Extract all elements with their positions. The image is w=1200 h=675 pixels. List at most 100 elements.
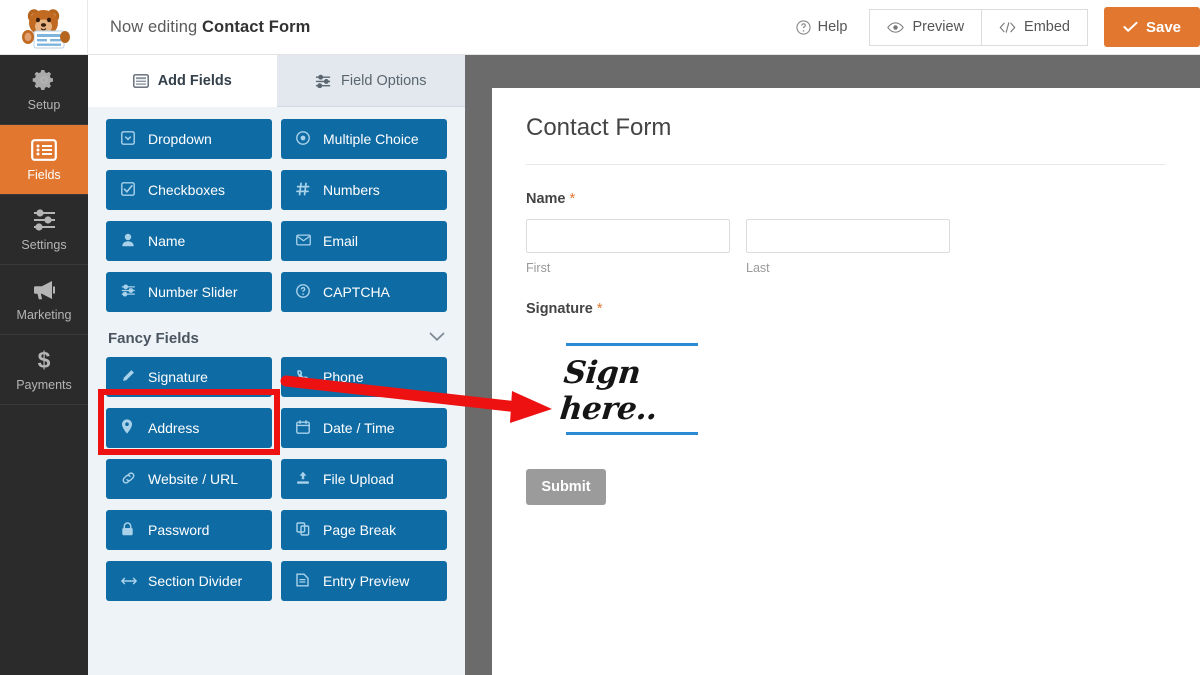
dollar-icon: $ — [35, 347, 53, 373]
embed-button[interactable]: Embed — [982, 8, 1088, 46]
sidebar-item-label: Marketing — [16, 308, 72, 322]
checkbox-icon — [121, 181, 137, 199]
page-title: Now editing Contact Form — [110, 18, 310, 37]
sidebar-item-setup[interactable]: Setup — [0, 55, 88, 125]
fancy-fields-grid: Signature Phone Address Date / Time Webs — [106, 357, 447, 601]
name-field-label: Name * — [526, 191, 1166, 207]
envelope-icon — [296, 233, 312, 249]
field-button-file-upload[interactable]: File Upload — [281, 459, 447, 499]
field-button-section-divider[interactable]: Section Divider — [106, 561, 272, 601]
preview-button[interactable]: Preview — [869, 8, 983, 46]
sidebar-item-label: Settings — [21, 238, 67, 252]
question-circle-icon — [796, 19, 811, 35]
signature-canvas[interactable]: Sign here.. — [526, 343, 726, 435]
pages-icon — [296, 521, 312, 539]
field-label: Numbers — [323, 182, 380, 198]
field-button-multiple-choice[interactable]: Multiple Choice — [281, 119, 447, 159]
field-label: Date / Time — [323, 420, 395, 436]
pencil-icon — [121, 369, 137, 386]
tab-label: Add Fields — [157, 72, 232, 89]
field-button-numbers[interactable]: Numbers — [281, 170, 447, 210]
fields-icon — [132, 73, 149, 88]
field-label: Number Slider — [148, 284, 238, 300]
name-field-row: First Last — [526, 219, 1166, 275]
field-button-dropdown[interactable]: Dropdown — [106, 119, 272, 159]
link-icon — [121, 471, 137, 488]
field-button-date-time[interactable]: Date / Time — [281, 408, 447, 448]
section-title: Fancy Fields — [108, 329, 199, 347]
field-button-name[interactable]: Name — [106, 221, 272, 261]
field-button-captcha[interactable]: CAPTCHA — [281, 272, 447, 312]
fancy-fields-section-header[interactable]: Fancy Fields — [108, 329, 445, 347]
fields-scroll-area: Dropdown Multiple Choice Checkboxes Numb… — [88, 107, 465, 675]
preview-embed-group: Preview Embed — [869, 8, 1088, 46]
field-button-entry-preview[interactable]: Entry Preview — [281, 561, 447, 601]
field-button-address[interactable]: Address — [106, 408, 272, 448]
signature-drawn-text: Sign here.. — [558, 355, 659, 427]
sidebar-item-label: Setup — [27, 98, 61, 112]
sidebar-item-marketing[interactable]: Marketing — [0, 265, 88, 335]
bear-mascot-icon — [21, 9, 70, 49]
signature-bottom-line — [566, 432, 698, 435]
submit-button[interactable]: Submit — [526, 469, 606, 505]
hash-icon — [296, 182, 312, 199]
field-label: Address — [148, 420, 200, 436]
field-label: File Upload — [323, 471, 394, 487]
tab-label: Field Options — [341, 72, 427, 89]
field-label: Password — [148, 522, 210, 538]
form-name-title: Contact Form — [202, 17, 311, 36]
field-button-signature[interactable]: Signature — [106, 357, 272, 397]
chevron-down-icon[interactable] — [429, 329, 445, 347]
name-last-column: Last — [746, 219, 950, 275]
field-label: Signature — [148, 369, 208, 385]
field-button-website-url[interactable]: Website / URL — [106, 459, 272, 499]
options-icon — [315, 74, 332, 88]
wpforms-builder: Now editing Contact Form Help Preview Em… — [0, 0, 1200, 675]
first-name-input[interactable] — [526, 219, 730, 253]
field-button-page-break[interactable]: Page Break — [281, 510, 447, 550]
field-button-email[interactable]: Email — [281, 221, 447, 261]
help-button[interactable]: Help — [796, 19, 848, 35]
field-label: Dropdown — [148, 131, 212, 147]
help-label: Help — [817, 19, 848, 35]
megaphone-icon — [31, 277, 57, 303]
field-button-number-slider[interactable]: Number Slider — [106, 272, 272, 312]
user-icon — [121, 233, 137, 250]
signature-top-line — [566, 343, 698, 346]
editing-prefix: Now editing — [110, 17, 202, 36]
name-first-column: First — [526, 219, 730, 275]
tab-field-options[interactable]: Field Options — [276, 55, 465, 107]
field-button-checkboxes[interactable]: Checkboxes — [106, 170, 272, 210]
sliders-icon — [32, 207, 57, 233]
code-icon — [999, 21, 1016, 34]
field-button-password[interactable]: Password — [106, 510, 272, 550]
field-label: Entry Preview — [323, 573, 410, 589]
sidebar-item-settings[interactable]: Settings — [0, 195, 88, 265]
top-header-bar: Now editing Contact Form Help Preview Em… — [0, 0, 1200, 55]
field-label: Checkboxes — [148, 182, 226, 198]
gear-icon — [32, 67, 56, 93]
last-sublabel: Last — [746, 261, 770, 275]
main-sidebar: Setup Fields Settings Marketing $ Paymen… — [0, 55, 88, 675]
preview-form-title: Contact Form — [526, 114, 672, 141]
eye-icon — [887, 21, 905, 34]
save-button[interactable]: Save — [1104, 7, 1200, 47]
embed-label: Embed — [1024, 19, 1070, 35]
save-label: Save — [1145, 18, 1182, 36]
svg-text:$: $ — [38, 348, 51, 372]
tab-add-fields[interactable]: Add Fields — [88, 55, 277, 107]
field-label: Phone — [323, 369, 364, 385]
sidebar-item-fields[interactable]: Fields — [0, 125, 88, 195]
field-label: Section Divider — [148, 573, 243, 589]
sidebar-item-payments[interactable]: $ Payments — [0, 335, 88, 405]
field-button-phone[interactable]: Phone — [281, 357, 447, 397]
field-label: Email — [323, 233, 359, 249]
name-label-text: Name — [526, 191, 566, 207]
wpforms-logo — [0, 0, 88, 55]
form-preview-card: Contact Form Name * First Last Signature… — [492, 88, 1200, 675]
upload-icon — [296, 471, 312, 488]
last-name-input[interactable] — [746, 219, 950, 253]
sliders-icon — [121, 284, 137, 300]
calendar-icon — [296, 419, 312, 437]
add-fields-panel: Add Fields Field Options Dropdown Multip… — [88, 55, 465, 675]
